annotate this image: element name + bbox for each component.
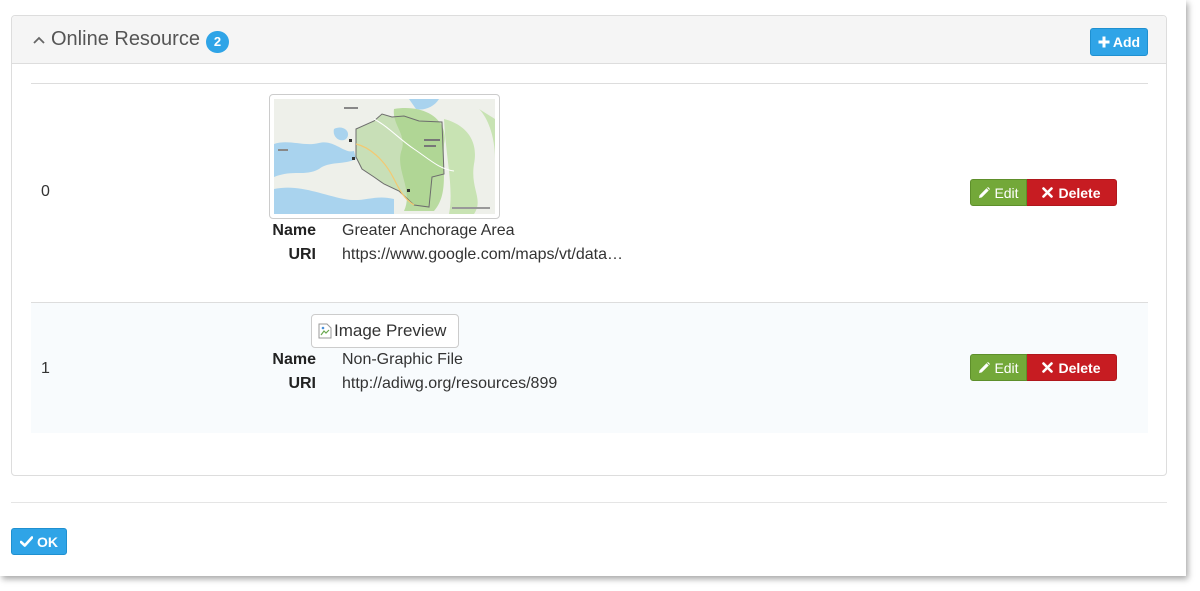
broken-image-icon <box>318 323 332 339</box>
image-preview-alt-text: Image Preview <box>334 321 447 340</box>
name-label: Name <box>272 351 316 368</box>
resource-uri: http://adiwg.org/resources/899 <box>342 375 558 392</box>
row-index: 0 <box>41 183 50 200</box>
row-index: 1 <box>41 360 50 377</box>
online-resource-panel: Online Resource 2 Add 0 Name Greater Anc… <box>11 15 1167 476</box>
image-preview-thumbnail[interactable] <box>269 94 500 219</box>
uri-label: URI <box>288 246 316 263</box>
times-icon <box>1042 362 1054 373</box>
edit-button[interactable]: Edit <box>970 179 1027 206</box>
resource-uri: https://www.google.com/maps/vt/data… <box>342 246 624 263</box>
row-actions: Edit Delete <box>970 179 1117 206</box>
panel-heading[interactable]: Online Resource 2 Add <box>12 16 1166 64</box>
panel-title: Online Resource <box>51 28 200 50</box>
footer-divider <box>11 502 1167 503</box>
pencil-icon <box>979 361 991 373</box>
resource-list: 0 Name Greater Anchorage Area URI https:… <box>31 83 1148 433</box>
name-label: Name <box>272 222 316 239</box>
add-button[interactable]: Add <box>1090 28 1148 56</box>
row-actions: Edit Delete <box>970 354 1117 381</box>
plus-icon <box>1098 36 1110 48</box>
image-preview-placeholder[interactable]: Image Preview <box>311 314 459 348</box>
table-row: 1 Image Preview Name Non-Graphic File UR… <box>31 303 1148 433</box>
map-thumbnail-image <box>274 99 495 214</box>
times-icon <box>1042 187 1054 198</box>
delete-button[interactable]: Delete <box>1027 179 1117 206</box>
edit-button[interactable]: Edit <box>970 354 1027 381</box>
count-badge: 2 <box>206 31 229 53</box>
uri-label: URI <box>288 375 316 392</box>
resource-name: Non-Graphic File <box>342 351 463 368</box>
table-row: 0 Name Greater Anchorage Area URI https:… <box>31 84 1148 303</box>
ok-button[interactable]: OK <box>11 528 67 555</box>
pencil-icon <box>979 186 991 198</box>
dialog-sheet: Online Resource 2 Add 0 Name Greater Anc… <box>0 0 1186 576</box>
resource-details: Name Non-Graphic File URI http://adiwg.o… <box>257 348 557 396</box>
add-button-label: Add <box>1112 34 1141 50</box>
delete-button-label: Delete <box>1058 359 1101 376</box>
resource-details: Name Greater Anchorage Area URI https://… <box>257 219 623 267</box>
edit-button-label: Edit <box>994 184 1019 201</box>
check-icon <box>20 536 33 547</box>
ok-button-label: OK <box>37 533 58 550</box>
edit-button-label: Edit <box>994 359 1019 376</box>
resource-name: Greater Anchorage Area <box>342 222 515 239</box>
chevron-up-icon[interactable] <box>32 34 46 46</box>
delete-button-label: Delete <box>1058 184 1101 201</box>
delete-button[interactable]: Delete <box>1027 354 1117 381</box>
